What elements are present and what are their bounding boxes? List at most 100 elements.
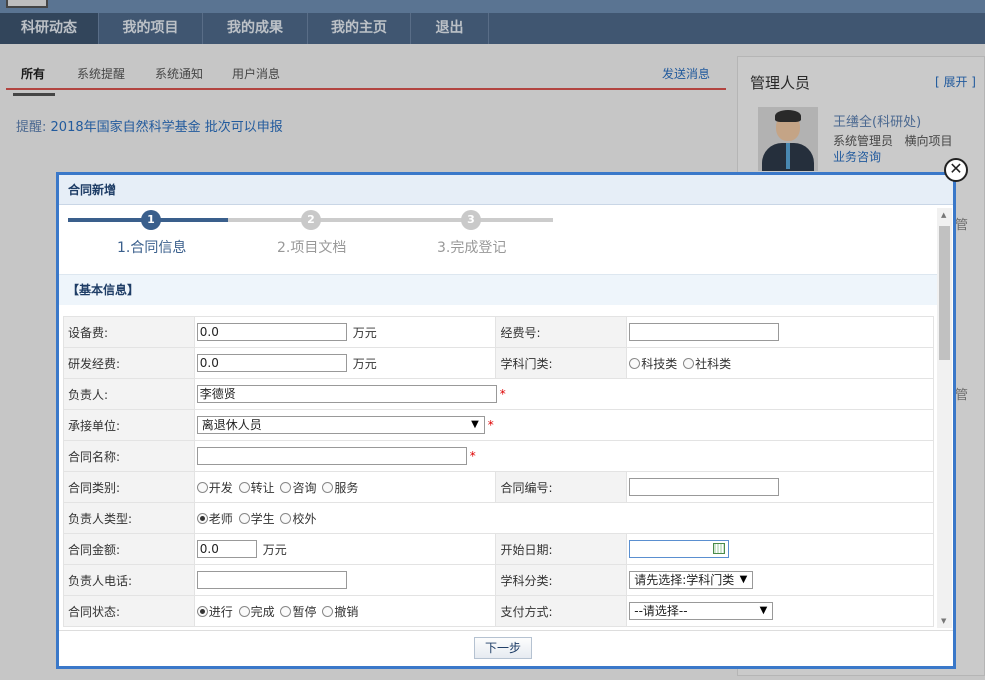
step-2-label: 2.项目文档 — [277, 240, 347, 256]
radio-label: 老师 — [208, 511, 233, 526]
rd-fee-unit: 万元 — [352, 356, 377, 371]
dialog-footer: 下一步 — [59, 630, 953, 666]
required-mark: * — [487, 418, 494, 432]
scroll-up-icon[interactable]: ▲ — [941, 211, 946, 219]
form-row: 负责人类型: 老师 学生 校外 — [63, 502, 935, 534]
fund-no-input[interactable] — [629, 323, 780, 341]
form-row: 设备费: 0.0 万元 经费号: — [63, 316, 934, 348]
contract-amount-label: 合同金额: — [63, 533, 195, 565]
contract-type-radio-develop[interactable] — [196, 481, 208, 493]
step-3-label: 3.完成登记 — [437, 240, 507, 256]
contract-type-radio-consult[interactable] — [280, 481, 292, 493]
contract-amount-cell: 0.0 万元 — [193, 533, 497, 565]
contract-name-cell: * — [193, 440, 935, 472]
contract-type-radio-transfer[interactable] — [238, 481, 250, 493]
step-progress: 1 2 3 1.合同信息 2.项目文档 3.完成登记 — [59, 206, 939, 274]
equipment-fee-unit: 万元 — [352, 325, 377, 340]
radio-label: 校外 — [292, 511, 317, 526]
fund-no-label: 经费号: — [495, 316, 628, 348]
rd-fee-input[interactable]: 0.0 — [196, 354, 347, 372]
radio-label: 社科类 — [695, 356, 732, 371]
discipline-type-radio-social[interactable] — [683, 357, 695, 369]
discipline-class-label: 学科分类: — [495, 564, 628, 596]
contract-type-label: 合同类别: — [63, 471, 195, 503]
equipment-fee-label: 设备费: — [63, 316, 195, 348]
dialog-content: 1 2 3 1.合同信息 2.项目文档 3.完成登记 【基本信息】 设备费: 0… — [59, 206, 939, 630]
scroll-down-icon[interactable]: ▼ — [941, 617, 946, 625]
required-mark: * — [499, 387, 506, 401]
contract-status-radio-ongoing[interactable] — [196, 605, 208, 617]
scroll-thumb[interactable] — [939, 226, 950, 360]
leader-phone-cell — [193, 564, 497, 596]
calendar-icon[interactable] — [713, 543, 726, 554]
contract-status-radio-done[interactable] — [238, 605, 250, 617]
close-icon[interactable]: ✕ — [944, 158, 968, 182]
contract-status-radio-cancel[interactable] — [322, 605, 334, 617]
section-basic-info: 【基本信息】 — [59, 274, 939, 305]
payment-cell: --请选择-- ▼ — [626, 595, 934, 627]
contract-name-label: 合同名称: — [63, 440, 195, 472]
contract-type-cell: 开发 转让 咨询 服务 — [193, 471, 497, 503]
discipline-class-cell: 请先选择:学科门类 ▼ — [626, 564, 934, 596]
form-row: 研发经费: 0.0 万元 学科门类: 科技类 社科类 — [63, 347, 934, 379]
payment-select[interactable]: --请选择-- ▼ — [629, 602, 774, 620]
leader-label: 负责人: — [63, 378, 195, 410]
dialog-title: 合同新增 — [59, 175, 953, 205]
form-row: 负责人: 李德贤 * — [63, 378, 935, 410]
leader-phone-input[interactable] — [196, 571, 347, 589]
form-row: 合同类别: 开发 转让 咨询 服务 合同编号: — [63, 471, 934, 503]
contract-status-radio-paused[interactable] — [280, 605, 292, 617]
unit-label: 承接单位: — [63, 409, 195, 441]
contract-amount-input[interactable]: 0.0 — [196, 540, 257, 558]
fund-no-cell — [626, 316, 934, 348]
contract-no-cell — [626, 471, 934, 503]
equipment-fee-input[interactable]: 0.0 — [196, 323, 347, 341]
leader-type-radio-teacher[interactable] — [196, 512, 208, 524]
scrollbar[interactable]: ▲ ▼ — [937, 208, 952, 628]
leader-input[interactable]: 李德贤 — [196, 385, 497, 403]
contract-type-radio-service[interactable] — [322, 481, 334, 493]
chevron-down-icon: ▼ — [759, 605, 768, 616]
next-step-button[interactable]: 下一步 — [474, 637, 532, 659]
step-1-dot: 1 — [141, 210, 161, 230]
rd-fee-cell: 0.0 万元 — [193, 347, 497, 379]
discipline-type-cell: 科技类 社科类 — [626, 347, 934, 379]
start-date-input[interactable] — [629, 540, 730, 558]
form-row: 负责人电话: 学科分类: 请先选择:学科门类 ▼ — [63, 564, 934, 596]
start-date-label: 开始日期: — [495, 533, 628, 565]
payment-label: 支付方式: — [495, 595, 628, 627]
leader-cell: 李德贤 * — [193, 378, 935, 410]
form-row: 合同状态: 进行 完成 暂停 撤销 支付方式: --请选择-- ▼ — [63, 595, 934, 627]
start-date-cell — [626, 533, 934, 565]
discipline-class-value: 请先选择:学科门类 — [634, 573, 735, 587]
form-row: 承接单位: 离退休人员 ▼ * — [63, 409, 935, 441]
contract-add-dialog: 合同新增 1 2 3 1.合同信息 2.项目文档 3.完成登记 【基本信息】 设… — [56, 172, 956, 669]
equipment-fee-cell: 0.0 万元 — [193, 316, 497, 348]
leader-type-radio-external[interactable] — [280, 512, 292, 524]
rd-fee-label: 研发经费: — [63, 347, 195, 379]
leader-type-radio-student[interactable] — [238, 512, 250, 524]
step-3-dot: 3 — [461, 210, 481, 230]
step-2-dot: 2 — [301, 210, 321, 230]
contract-no-input[interactable] — [629, 478, 780, 496]
radio-label: 科技类 — [641, 356, 678, 371]
payment-select-value: --请选择-- — [634, 604, 688, 618]
required-mark: * — [469, 449, 476, 463]
radio-label: 咨询 — [292, 480, 317, 495]
radio-label: 完成 — [250, 604, 275, 619]
unit-select-value: 离退休人员 — [201, 418, 262, 432]
unit-select[interactable]: 离退休人员 ▼ — [196, 416, 485, 434]
form-row: 合同名称: * — [63, 440, 935, 472]
radio-label: 开发 — [208, 480, 233, 495]
contract-name-input[interactable] — [196, 447, 467, 465]
form-row: 合同金额: 0.0 万元 开始日期: — [63, 533, 934, 565]
contract-form: 设备费: 0.0 万元 经费号: 研发经费: 0.0 万元 学科门类: 科技类 社科… — [63, 316, 935, 627]
contract-status-label: 合同状态: — [63, 595, 195, 627]
radio-label: 暂停 — [292, 604, 317, 619]
step-1-label: 1.合同信息 — [117, 240, 187, 256]
radio-label: 进行 — [208, 604, 233, 619]
discipline-class-select[interactable]: 请先选择:学科门类 ▼ — [629, 571, 754, 589]
discipline-type-label: 学科门类: — [495, 347, 628, 379]
discipline-type-radio-tech[interactable] — [629, 357, 641, 369]
contract-amount-unit: 万元 — [262, 542, 287, 557]
